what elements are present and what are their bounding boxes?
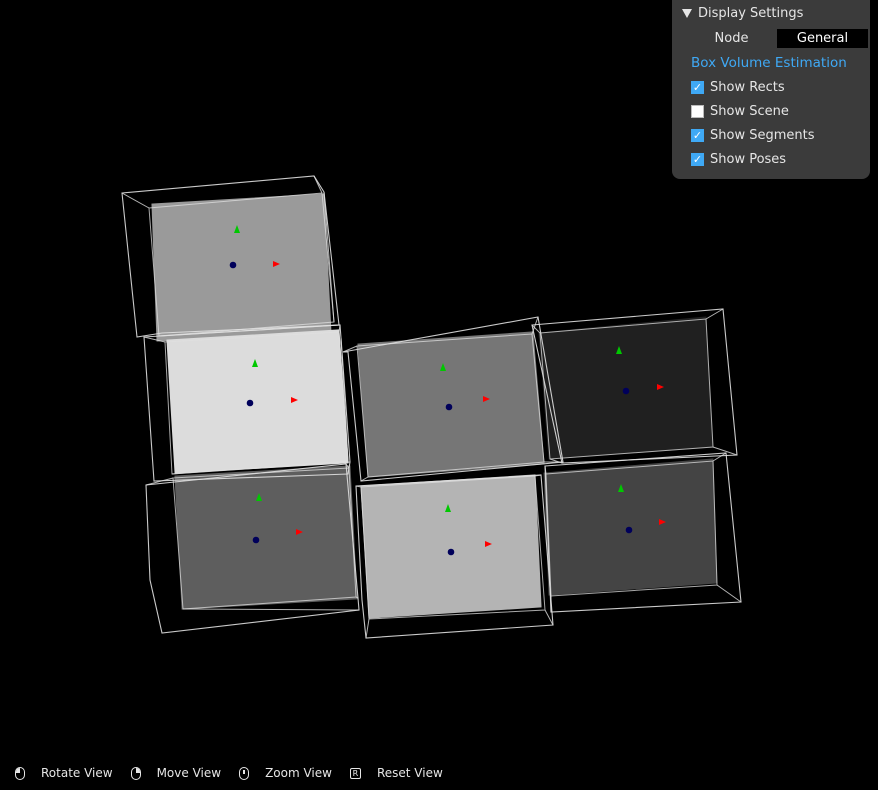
box-bottom-left-pose-origin bbox=[252, 536, 260, 544]
box-middle-left-edge bbox=[338, 324, 341, 333]
box-middle-right-pose-origin bbox=[622, 387, 630, 395]
show-scene-label: Show Scene bbox=[710, 104, 789, 119]
view-controls-hint-bar: Rotate View Move View Zoom View R Reset … bbox=[15, 763, 461, 783]
display-settings-panel: Display Settings Node General Box Volume… bbox=[672, 0, 870, 179]
box-top-left-surface bbox=[151, 193, 332, 342]
show-rects-checkbox[interactable]: ✓ bbox=[691, 81, 704, 94]
show-scene-checkbox[interactable] bbox=[691, 105, 704, 118]
hint-reset-view: R Reset View bbox=[349, 766, 443, 780]
show-poses-checkbox[interactable]: ✓ bbox=[691, 153, 704, 166]
collapse-triangle-icon[interactable] bbox=[682, 9, 692, 18]
hint-zoom-view: Zoom View bbox=[239, 766, 332, 780]
right-mouse-icon bbox=[130, 766, 141, 780]
settings-tabs: Node General bbox=[686, 29, 868, 48]
option-show-rects[interactable]: ✓ Show Rects bbox=[691, 80, 785, 95]
box-top-left-pose-origin bbox=[229, 261, 237, 269]
display-settings-title: Display Settings bbox=[698, 6, 804, 21]
box-bottom-right-surface bbox=[543, 458, 718, 596]
hint-move-label: Move View bbox=[156, 766, 222, 780]
box-top-left-edge bbox=[313, 175, 323, 194]
option-show-poses[interactable]: ✓ Show Poses bbox=[691, 152, 786, 167]
show-poses-label: Show Poses bbox=[710, 152, 787, 167]
left-mouse-icon bbox=[15, 766, 25, 780]
box-bottom-left-surface bbox=[174, 465, 358, 610]
box-middle-left-pose-origin bbox=[246, 399, 254, 407]
tab-node[interactable]: Node bbox=[686, 29, 777, 48]
box-middle-left-surface bbox=[166, 329, 349, 474]
hint-rotate-label: Rotate View bbox=[41, 766, 113, 780]
box-top-left-edge bbox=[121, 192, 150, 209]
r-key-icon: R bbox=[349, 767, 361, 779]
hint-reset-label: Reset View bbox=[376, 766, 443, 780]
scroll-wheel-icon bbox=[239, 766, 250, 780]
box-bottom-center-edge bbox=[365, 618, 370, 639]
show-segments-label: Show Segments bbox=[710, 128, 815, 143]
option-show-segments[interactable]: ✓ Show Segments bbox=[691, 128, 814, 143]
show-segments-checkbox[interactable]: ✓ bbox=[691, 129, 704, 142]
box-middle-center-pose-origin bbox=[445, 403, 453, 411]
box-bottom-right-pose-origin bbox=[625, 526, 633, 534]
section-box-volume-estimation[interactable]: Box Volume Estimation bbox=[691, 55, 847, 71]
box-bottom-left-edge bbox=[182, 608, 360, 611]
display-settings-header[interactable]: Display Settings bbox=[682, 6, 803, 21]
hint-move-view: Move View bbox=[130, 766, 222, 780]
hint-rotate-view: Rotate View bbox=[15, 766, 113, 780]
hint-zoom-label: Zoom View bbox=[265, 766, 332, 780]
show-rects-label: Show Rects bbox=[710, 80, 785, 95]
tab-general[interactable]: General bbox=[777, 29, 868, 48]
box-bottom-center-surface bbox=[360, 474, 542, 619]
box-bottom-right-edge bbox=[716, 584, 742, 603]
box-bottom-center-pose-origin bbox=[447, 548, 455, 556]
option-show-scene[interactable]: Show Scene bbox=[691, 104, 789, 119]
